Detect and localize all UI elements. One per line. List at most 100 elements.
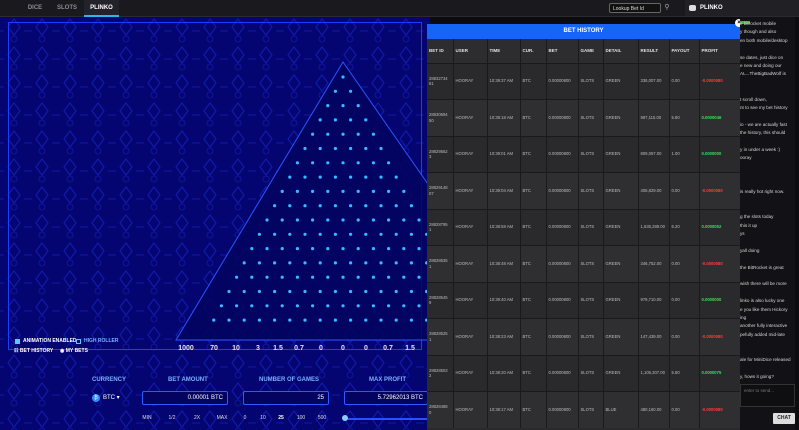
search-icon[interactable]: ⚲ — [662, 3, 672, 13]
plinko-peg — [303, 175, 307, 179]
chat-message: linko is also lucky one — [740, 298, 785, 304]
plinko-peg — [311, 132, 315, 136]
my-bets-tab[interactable]: ◉ MY BETS — [60, 348, 88, 354]
games-25-button[interactable]: 25 — [278, 415, 284, 421]
table-cell: 28829148 07 — [427, 172, 454, 209]
multiplier-slot: 0.7 — [294, 345, 304, 352]
table-cell: HOORAY — [453, 135, 488, 173]
bet-history-tab[interactable]: ☷ BET HISTORY — [14, 348, 53, 354]
column-header[interactable]: GAME — [578, 39, 604, 63]
table-row[interactable]: 28828535 1 HOORAY 10:38:48 AM BTC 0.00000800… — [427, 245, 740, 282]
column-header[interactable]: TIME — [487, 39, 521, 63]
plinko-peg — [387, 275, 391, 279]
high-roller-checkbox[interactable] — [76, 338, 81, 344]
plinko-peg — [349, 118, 353, 122]
table-cell: 0.0000000 — [699, 281, 740, 319]
table-row[interactable]: 28828525 1 HOORAY 10:38:23 AM BTC 0.00000800… — [427, 318, 740, 355]
table-cell: 10:39:04 AM — [487, 172, 521, 209]
column-header[interactable]: DETAIL — [603, 39, 639, 63]
high-roller-toggle[interactable]: HIGH ROLLER — [76, 338, 118, 344]
plinko-triangle — [175, 61, 430, 341]
table-row[interactable]: 28828795 1 HOORAY 10:38:58 AM BTC 0.00000800… — [427, 208, 740, 246]
table-cell: HOORAY — [453, 99, 488, 136]
plinko-peg — [341, 189, 345, 193]
games-10-button[interactable]: 10 — [260, 415, 266, 421]
plinko-peg — [341, 104, 345, 108]
plinko-peg — [356, 189, 360, 193]
table-cell: 0.00000800 — [546, 245, 579, 282]
lookup-bet-input[interactable]: Lookup Bet Id — [609, 3, 661, 13]
chat-scrollbar[interactable] — [795, 17, 799, 430]
table-row[interactable]: 28828545 9 HOORAY 10:39:40 AM BTC 0.00000800… — [427, 281, 740, 319]
plinko-peg — [250, 304, 254, 308]
games-0-button[interactable]: 0 — [244, 415, 247, 421]
plinko-peg — [379, 261, 383, 265]
top-nav: DICE SLOTS PLINKO Lookup Bet Id ⚲ — [0, 0, 685, 17]
tab-slots[interactable]: SLOTS — [52, 0, 82, 17]
chat-message: y though and also — [740, 29, 777, 35]
table-cell: 0.00 — [669, 62, 700, 100]
column-header[interactable]: PROFIT — [699, 39, 740, 63]
chat-send-button[interactable]: CHAT — [773, 413, 795, 424]
currency-select[interactable]: BTC ▾ — [103, 394, 120, 401]
plinko-peg — [318, 146, 322, 151]
column-header[interactable]: BET ID — [427, 39, 454, 63]
plinko-peg — [333, 89, 337, 93]
animation-checkbox[interactable] — [15, 338, 20, 344]
bet-amount-input[interactable]: 0.00001 BTC — [142, 391, 228, 405]
chat-message: ing — [740, 315, 747, 320]
bet-min-button[interactable]: MIN — [142, 415, 151, 421]
table-cell: BLUE — [603, 391, 639, 428]
column-header[interactable]: USER — [453, 39, 488, 63]
column-header[interactable]: BET — [546, 39, 579, 63]
chat-input[interactable]: enter to send... — [740, 384, 795, 407]
plinko-peg — [379, 318, 383, 322]
plinko-peg — [265, 275, 269, 279]
column-header[interactable]: RESULT — [638, 39, 670, 63]
table-row[interactable]: 28830694 50 HOORAY 10:39:18 AM BTC 0.0000080… — [427, 99, 740, 136]
table-cell: SLOTS — [578, 99, 604, 136]
tab-plinko[interactable]: PLINKO — [84, 0, 119, 17]
column-header[interactable]: PAYOUT — [669, 39, 700, 63]
plinko-peg — [402, 189, 406, 193]
plinko-peg — [303, 232, 307, 236]
profit-slider-track[interactable] — [344, 418, 430, 420]
chat-message: t scroll down, — [740, 96, 767, 102]
plinko-peg — [333, 204, 337, 208]
plinko-peg — [326, 247, 330, 251]
games-100-button[interactable]: 100 — [297, 415, 305, 421]
bet-half-button[interactable]: 1/2 — [169, 415, 176, 421]
table-row[interactable]: 28828488 0 HOORAY 10:38:17 AM BTC 0.00000800… — [427, 391, 740, 428]
games-500-button[interactable]: 500 — [318, 415, 326, 421]
table-row[interactable]: 28829148 07 HOORAY 10:39:04 AM BTC 0.0000080… — [427, 172, 740, 209]
bet-max-button[interactable]: MAX — [217, 415, 228, 421]
plinko-peg — [280, 247, 284, 251]
plinko-peg — [265, 304, 269, 308]
table-cell: 0.00 — [669, 281, 700, 319]
chat-message: ooray — [740, 155, 752, 161]
table-row[interactable]: 28829562 3 HOORAY 10:39:01 AM BTC 0.00000800… — [427, 135, 740, 173]
plinko-peg — [318, 289, 322, 294]
plinko-app: DICE SLOTS PLINKO Lookup Bet Id ⚲ PLINKO — [0, 0, 799, 430]
bet-double-button[interactable]: 2X — [194, 415, 200, 421]
profit-slider-handle[interactable] — [342, 415, 348, 421]
tab-dice[interactable]: DICE — [22, 0, 48, 17]
num-games-input[interactable]: 25 — [243, 391, 329, 405]
chat-message: y in under a week :) — [740, 147, 781, 152]
animation-toggle[interactable]: ANIMATION ENABLED — [15, 338, 77, 344]
plinko-peg — [379, 289, 383, 294]
plinko-peg — [242, 261, 246, 265]
table-cell: 346,752.00 — [638, 245, 670, 282]
high-roller-label: HIGH ROLLER — [84, 338, 119, 344]
plinko-peg — [273, 289, 277, 294]
chat-message: the history, this should — [740, 130, 786, 136]
table-row[interactable]: 28832734 81 HOORAY 10:39:37 AM BTC 0.0000080… — [427, 62, 740, 100]
table-cell: HOORAY — [453, 62, 488, 100]
plinko-peg — [349, 204, 353, 208]
column-header[interactable]: CUR. — [520, 39, 547, 63]
chat-header: PLINKO — [685, 0, 799, 17]
table-cell: 6.20 — [669, 208, 700, 246]
table-cell: -0.0000080 — [699, 391, 740, 428]
table-row[interactable]: 28828503 2 HOORAY 10:38:20 AM BTC 0.00000800… — [427, 354, 740, 392]
plinko-peg — [356, 247, 360, 251]
